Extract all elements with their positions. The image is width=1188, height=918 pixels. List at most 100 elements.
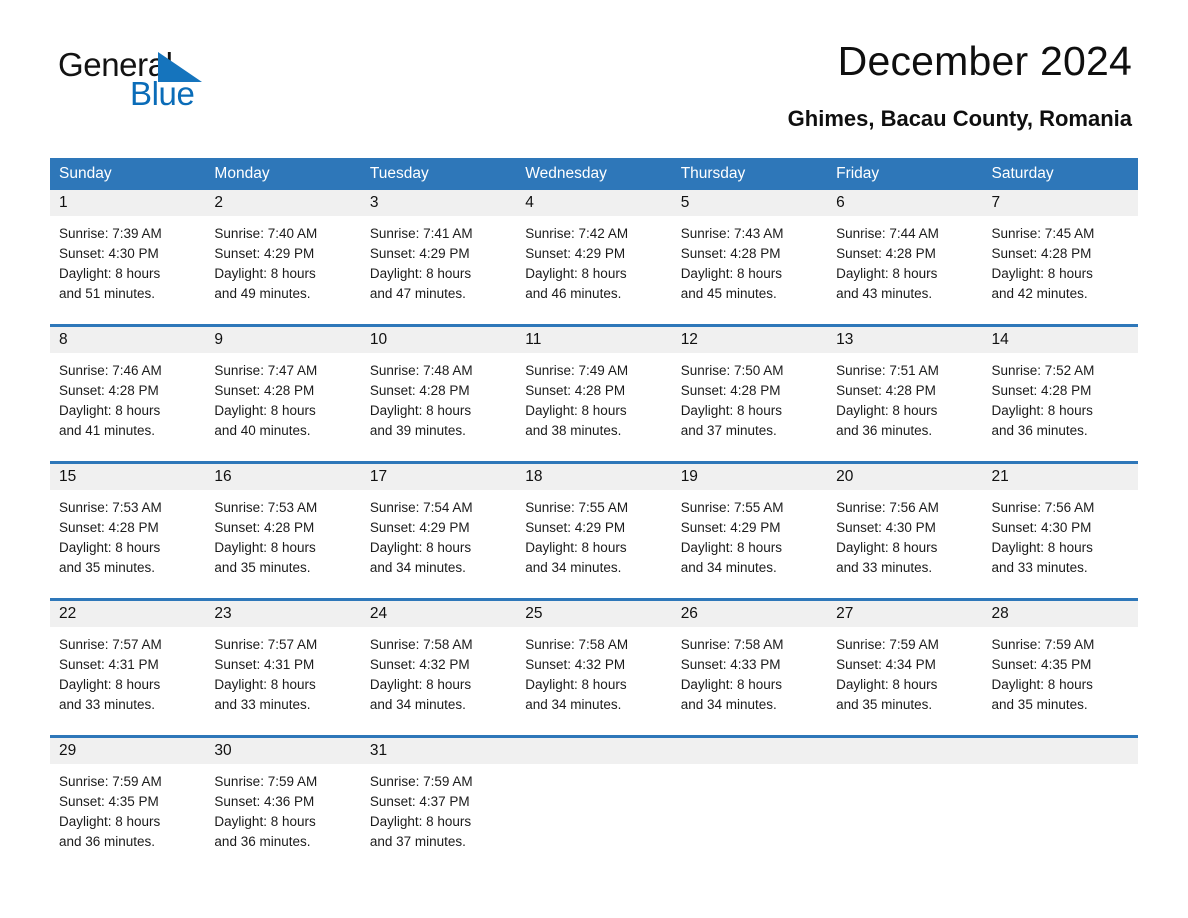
sunrise-text: Sunrise: 7:53 AM: [59, 500, 162, 515]
sunrise-text: Sunrise: 7:58 AM: [525, 637, 629, 652]
weekday-header-friday: Friday: [836, 165, 880, 182]
calendar-day-cell-empty: [982, 738, 1138, 872]
daylight-text-line1: Daylight: 8 hours: [369, 266, 472, 281]
day-number: 27: [827, 601, 983, 627]
day-details: Sunrise: 7:42 AM Sunset: 4:29 PM Daylight:…: [516, 216, 671, 324]
day-details: Sunrise: 7:39 AM Sunset: 4:30 PM Daylight:…: [50, 216, 205, 324]
day-number: 16: [205, 464, 361, 490]
daylight-text-line1: Daylight: 8 hours: [369, 540, 472, 555]
daylight-text-line1: Daylight: 8 hours: [214, 814, 316, 829]
calendar-day-cell[interactable]: 6 Sunrise: 7:44 AM Sunset: 4:28 PM Daylight…: [827, 190, 983, 324]
calendar-day-cell[interactable]: 17 Sunrise: 7:54 AM Sunset: 4:29 PM Dayligh…: [360, 464, 517, 598]
calendar-day-cell[interactable]: 28 Sunrise: 7:59 AM Sunset: 4:35 PM Dayligh…: [982, 601, 1138, 735]
sunrise-text: Sunrise: 7:58 AM: [369, 637, 473, 652]
day-details: Sunrise: 7:51 AM Sunset: 4:28 PM Daylight:…: [827, 353, 982, 461]
weekday-header-thursday: Thursday: [680, 165, 746, 182]
calendar-day-cell[interactable]: 21 Sunrise: 7:56 AM Sunset: 4:30 PM Dayligh…: [982, 464, 1138, 598]
daylight-text-line2: and 34 minutes.: [369, 697, 466, 712]
sunrise-text: Sunrise: 7:59 AM: [59, 774, 162, 789]
sunset-text: Sunset: 4:28 PM: [991, 383, 1092, 398]
daylight-text-line2: and 47 minutes.: [369, 286, 466, 301]
calendar-week-row: 15 Sunrise: 7:53 AM Sunset: 4:28 PM Dayligh…: [50, 461, 1138, 598]
day-number: 26: [671, 601, 828, 627]
calendar-day-cell[interactable]: 8 Sunrise: 7:46 AM Sunset: 4:28 PM Daylight…: [50, 327, 206, 461]
page-title: December 2024: [837, 38, 1132, 84]
calendar-day-cell[interactable]: 22 Sunrise: 7:57 AM Sunset: 4:31 PM Dayligh…: [50, 601, 206, 735]
sunrise-text: Sunrise: 7:53 AM: [214, 500, 318, 515]
sunrise-text: Sunrise: 7:45 AM: [991, 226, 1095, 241]
sunset-text: Sunset: 4:31 PM: [59, 657, 159, 672]
calendar-day-cell[interactable]: 16 Sunrise: 7:53 AM Sunset: 4:28 PM Dayligh…: [205, 464, 361, 598]
day-details: Sunrise: 7:47 AM Sunset: 4:28 PM Daylight:…: [205, 353, 360, 461]
calendar-day-cell[interactable]: 5 Sunrise: 7:43 AM Sunset: 4:28 PM Daylight…: [671, 190, 828, 324]
daylight-text-line1: Daylight: 8 hours: [836, 266, 938, 281]
calendar-week-cells: 8 Sunrise: 7:46 AM Sunset: 4:28 PM Daylight…: [50, 327, 1138, 461]
daylight-text-line2: and 46 minutes.: [525, 286, 622, 301]
sunrise-text: Sunrise: 7:56 AM: [991, 500, 1095, 515]
sunset-text: Sunset: 4:29 PM: [525, 246, 626, 261]
calendar-day-cell[interactable]: 7 Sunrise: 7:45 AM Sunset: 4:28 PM Daylight…: [982, 190, 1138, 324]
calendar-day-cell[interactable]: 26 Sunrise: 7:58 AM Sunset: 4:33 PM Dayligh…: [671, 601, 828, 735]
calendar-day-cell[interactable]: 30 Sunrise: 7:59 AM Sunset: 4:36 PM Dayligh…: [205, 738, 361, 872]
day-details: Sunrise: 7:54 AM Sunset: 4:29 PM Daylight:…: [361, 490, 516, 598]
day-details: Sunrise: 7:48 AM Sunset: 4:28 PM Daylight:…: [361, 353, 516, 461]
daylight-text-line1: Daylight: 8 hours: [59, 540, 161, 555]
sunrise-text: Sunrise: 7:39 AM: [59, 226, 162, 241]
day-details: Sunrise: 7:55 AM Sunset: 4:29 PM Daylight:…: [516, 490, 671, 598]
day-details: [983, 764, 1138, 792]
generalblue-logo[interactable]: General Blue: [58, 46, 258, 118]
day-details: Sunrise: 7:55 AM Sunset: 4:29 PM Daylight:…: [672, 490, 827, 598]
calendar-day-cell[interactable]: 23 Sunrise: 7:57 AM Sunset: 4:31 PM Dayligh…: [205, 601, 361, 735]
calendar-day-cell[interactable]: 3 Sunrise: 7:41 AM Sunset: 4:29 PM Daylight…: [360, 190, 517, 324]
calendar-day-cell[interactable]: 4 Sunrise: 7:42 AM Sunset: 4:29 PM Daylight…: [516, 190, 672, 324]
daylight-text-line1: Daylight: 8 hours: [59, 266, 161, 281]
daylight-text-line2: and 33 minutes.: [991, 560, 1088, 575]
weekday-header-saturday: Saturday: [991, 165, 1054, 182]
calendar-day-cell[interactable]: 24 Sunrise: 7:58 AM Sunset: 4:32 PM Dayligh…: [360, 601, 517, 735]
calendar-day-cell[interactable]: 10 Sunrise: 7:48 AM Sunset: 4:28 PM Dayligh…: [360, 327, 517, 461]
sunset-text: Sunset: 4:28 PM: [836, 246, 936, 261]
calendar-day-cell[interactable]: 2 Sunrise: 7:40 AM Sunset: 4:29 PM Daylight…: [205, 190, 361, 324]
daylight-text-line1: Daylight: 8 hours: [991, 403, 1093, 418]
sunrise-text: Sunrise: 7:47 AM: [214, 363, 318, 378]
day-details: Sunrise: 7:46 AM Sunset: 4:28 PM Daylight:…: [50, 353, 205, 461]
weekday-header-row: Sunday Monday Tuesday Wednesday Thursday…: [50, 158, 1138, 190]
sunset-text: Sunset: 4:32 PM: [525, 657, 626, 672]
calendar-day-cell[interactable]: 9 Sunrise: 7:47 AM Sunset: 4:28 PM Daylight…: [205, 327, 361, 461]
sunset-text: Sunset: 4:29 PM: [369, 520, 470, 535]
sunset-text: Sunset: 4:36 PM: [214, 794, 315, 809]
sunrise-text: Sunrise: 7:46 AM: [59, 363, 162, 378]
sunset-text: Sunset: 4:35 PM: [991, 657, 1092, 672]
daylight-text-line2: and 35 minutes.: [991, 697, 1088, 712]
daylight-text-line1: Daylight: 8 hours: [836, 540, 938, 555]
calendar-day-cell[interactable]: 20 Sunrise: 7:56 AM Sunset: 4:30 PM Dayligh…: [827, 464, 983, 598]
calendar-day-cell-empty: [671, 738, 828, 872]
daylight-text-line2: and 34 minutes.: [525, 560, 622, 575]
day-details: [672, 764, 827, 792]
calendar-day-cell[interactable]: 15 Sunrise: 7:53 AM Sunset: 4:28 PM Dayligh…: [50, 464, 206, 598]
day-details: Sunrise: 7:57 AM Sunset: 4:31 PM Daylight:…: [50, 627, 205, 735]
day-number: 1: [50, 190, 206, 216]
calendar-day-cell[interactable]: 14 Sunrise: 7:52 AM Sunset: 4:28 PM Dayligh…: [982, 327, 1138, 461]
calendar-day-cell[interactable]: 31 Sunrise: 7:59 AM Sunset: 4:37 PM Dayligh…: [360, 738, 517, 872]
calendar-day-cell[interactable]: 11 Sunrise: 7:49 AM Sunset: 4:28 PM Dayligh…: [516, 327, 672, 461]
calendar-day-cell[interactable]: 12 Sunrise: 7:50 AM Sunset: 4:28 PM Dayligh…: [671, 327, 828, 461]
day-details: Sunrise: 7:57 AM Sunset: 4:31 PM Daylight:…: [205, 627, 360, 735]
calendar-week-cells: 29 Sunrise: 7:59 AM Sunset: 4:35 PM Dayligh…: [50, 738, 1138, 872]
weekday-header-tuesday: Tuesday: [369, 165, 429, 182]
calendar-day-cell[interactable]: 25 Sunrise: 7:58 AM Sunset: 4:32 PM Dayligh…: [516, 601, 672, 735]
day-number: 12: [671, 327, 828, 353]
sunrise-text: Sunrise: 7:43 AM: [680, 226, 784, 241]
sunrise-text: Sunrise: 7:48 AM: [369, 363, 473, 378]
calendar-day-cell[interactable]: 1 Sunrise: 7:39 AM Sunset: 4:30 PM Daylight…: [50, 190, 206, 324]
calendar-day-cell[interactable]: 13 Sunrise: 7:51 AM Sunset: 4:28 PM Dayligh…: [827, 327, 983, 461]
calendar-day-cell[interactable]: 29 Sunrise: 7:59 AM Sunset: 4:35 PM Dayligh…: [50, 738, 206, 872]
day-number: 14: [982, 327, 1138, 353]
calendar-day-cell[interactable]: 19 Sunrise: 7:55 AM Sunset: 4:29 PM Dayligh…: [671, 464, 828, 598]
daylight-text-line1: Daylight: 8 hours: [991, 540, 1093, 555]
calendar-day-cell[interactable]: 18 Sunrise: 7:55 AM Sunset: 4:29 PM Dayligh…: [516, 464, 672, 598]
calendar-week-cells: 1 Sunrise: 7:39 AM Sunset: 4:30 PM Daylight…: [50, 190, 1138, 324]
day-number: 31: [360, 738, 517, 764]
sunrise-text: Sunrise: 7:59 AM: [214, 774, 318, 789]
calendar-day-cell[interactable]: 27 Sunrise: 7:59 AM Sunset: 4:34 PM Dayligh…: [827, 601, 983, 735]
